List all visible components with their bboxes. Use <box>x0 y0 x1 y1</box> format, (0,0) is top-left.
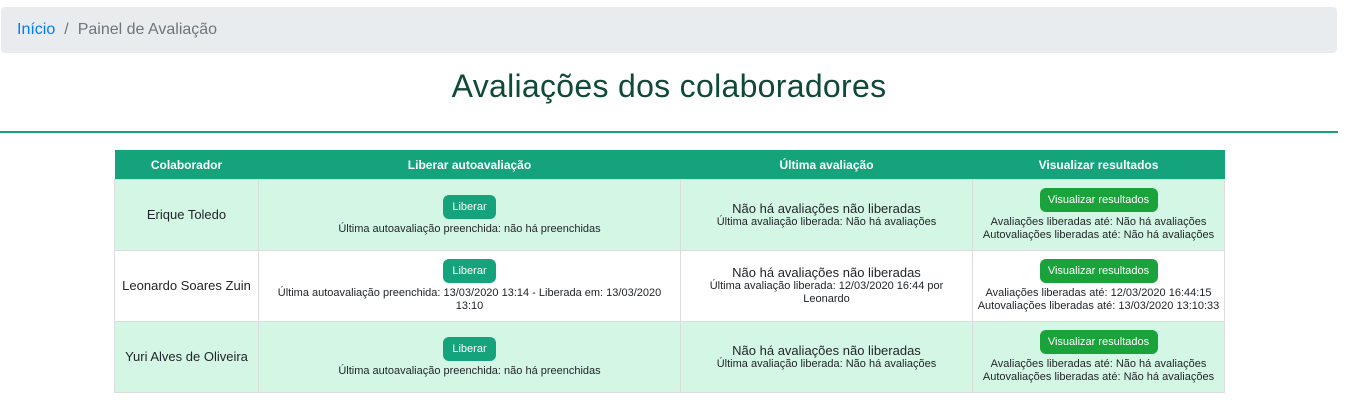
page-title: Avaliações dos colaboradores <box>451 68 887 104</box>
liberar-cell: Liberar Última autoavaliação preenchida:… <box>258 179 681 251</box>
visualizar-resultados-button[interactable]: Visualizar resultados <box>1039 188 1158 212</box>
collaborator-cell: Leonardo Soares Zuin <box>114 250 259 322</box>
resultados-cell: Visualizar resultados Avaliações liberad… <box>972 179 1225 251</box>
ultima-avaliacao-cell: Não há avaliações não liberadas Última a… <box>680 179 973 251</box>
breadcrumb-home-link[interactable]: Início <box>17 21 55 39</box>
ultima-avaliacao-liberada: Última avaliação liberada: Não há avalia… <box>716 215 937 228</box>
collaborator-name: Leonardo Soares Zuin <box>122 278 251 293</box>
autoavaliacoes-liberadas-ate: Autovaliações liberadas até: Não há aval… <box>982 229 1215 241</box>
autoavaliacao-info: Última autoavaliação preenchida: não há … <box>338 222 601 235</box>
avaliacoes-liberadas-ate: Avaliações liberadas até: Não há avaliaç… <box>990 216 1207 228</box>
liberar-button[interactable]: Liberar <box>443 194 496 219</box>
autoavaliacao-info: Última autoavaliação preenchida: 13/03/2… <box>277 287 662 312</box>
ultima-avaliacao-liberada: Última avaliação liberada: Não há avalia… <box>716 357 937 370</box>
ultima-avaliacao-status: Não há avaliações não liberadas <box>732 200 921 216</box>
liberar-button[interactable]: Liberar <box>443 336 496 361</box>
ultima-avaliacao-status: Não há avaliações não liberadas <box>732 265 921 280</box>
ultima-avaliacao-cell: Não há avaliações não liberadas Última a… <box>680 250 973 322</box>
resultados-cell: Visualizar resultados Avaliações liberad… <box>972 250 1225 322</box>
liberar-button[interactable]: Liberar <box>443 259 496 283</box>
ultima-avaliacao-liberada: Última avaliação liberada: 12/03/2020 16… <box>709 280 944 305</box>
liberar-cell: Liberar Última autoavaliação preenchida:… <box>258 321 681 393</box>
collaborator-name: Erique Toledo <box>146 207 227 222</box>
autoavaliacao-info: Última autoavaliação preenchida: não há … <box>338 364 601 377</box>
table-row: Erique Toledo Liberar Última autoavaliaç… <box>114 179 1225 251</box>
resultados-cell: Visualizar resultados Avaliações liberad… <box>972 321 1225 393</box>
table-row: Yuri Alves de Oliveira Liberar Última au… <box>114 321 1225 393</box>
breadcrumb-current: Painel de Avaliação <box>77 21 218 38</box>
header-colaborador: Colaborador <box>114 150 259 180</box>
collaborator-cell: Erique Toledo <box>114 179 259 251</box>
visualizar-resultados-button[interactable]: Visualizar resultados <box>1039 330 1158 354</box>
header-visualizar-resultados: Visualizar resultados <box>972 150 1225 180</box>
breadcrumb: Início / Painel de Avaliação <box>1 7 1337 53</box>
autoavaliacoes-liberadas-ate: Autovaliações liberadas até: Não há aval… <box>982 371 1215 383</box>
autoavaliacoes-liberadas-ate: Autovaliações liberadas até: 13/03/2020 … <box>977 300 1220 312</box>
liberar-cell: Liberar Última autoavaliação preenchida:… <box>258 250 681 322</box>
table-header-row: Colaborador Liberar autoavaliação Última… <box>114 150 1225 180</box>
title-divider <box>0 131 1338 133</box>
table-row: Leonardo Soares Zuin Liberar Última auto… <box>114 250 1225 322</box>
ultima-avaliacao-cell: Não há avaliações não liberadas Última a… <box>680 321 973 393</box>
avaliacoes-liberadas-ate: Avaliações liberadas até: Não há avaliaç… <box>990 358 1207 370</box>
visualizar-resultados-button[interactable]: Visualizar resultados <box>1039 259 1158 283</box>
header-liberar-autoavaliacao: Liberar autoavaliação <box>258 150 681 180</box>
evaluations-table: Colaborador Liberar autoavaliação Última… <box>114 150 1225 393</box>
breadcrumb-separator: / <box>64 21 69 38</box>
avaliacoes-liberadas-ate: Avaliações liberadas até: 12/03/2020 16:… <box>985 287 1212 299</box>
ultima-avaliacao-status: Não há avaliações não liberadas <box>732 342 921 358</box>
header-ultima-avaliacao: Última avaliação <box>680 150 973 180</box>
collaborator-cell: Yuri Alves de Oliveira <box>114 321 259 393</box>
collaborator-name: Yuri Alves de Oliveira <box>125 349 248 364</box>
